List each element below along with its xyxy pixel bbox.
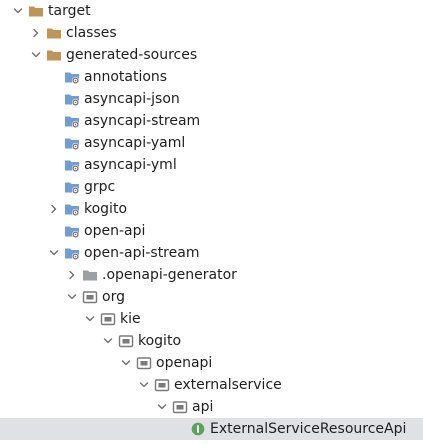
tree-node-label: kogito xyxy=(138,333,182,349)
tree-node-kogito[interactable]: kogito xyxy=(0,198,423,220)
chevron-down-icon[interactable] xyxy=(136,374,152,396)
package-icon xyxy=(172,399,188,415)
tree-node-grpc[interactable]: grpc xyxy=(0,176,423,198)
tree-node-annotations[interactable]: annotations xyxy=(0,66,423,88)
chevron-down-icon[interactable] xyxy=(28,44,44,66)
tree-node-label: kie xyxy=(120,311,141,327)
generated-source-folder-icon xyxy=(64,179,80,195)
package-icon xyxy=(118,333,134,349)
package-icon xyxy=(82,289,98,305)
tree-node-label: generated-sources xyxy=(66,47,198,63)
tree-node-label: .openapi-generator xyxy=(102,267,237,283)
chevron-down-icon[interactable] xyxy=(100,330,116,352)
tree-node-label: classes xyxy=(66,25,117,41)
folder-icon xyxy=(46,47,62,63)
generated-source-folder-icon xyxy=(64,113,80,129)
chevron-right-icon[interactable] xyxy=(46,198,62,220)
tree-node-label: asyncapi-stream xyxy=(84,113,201,129)
tree-node-label: grpc xyxy=(84,179,116,195)
chevron-down-icon[interactable] xyxy=(10,0,26,22)
tree-node-asyncapi-json[interactable]: asyncapi-json xyxy=(0,88,423,110)
chevron-right-icon[interactable] xyxy=(28,22,44,44)
tree-node-label: open-api-stream xyxy=(84,245,200,261)
tree-node-label: open-api xyxy=(84,223,146,239)
package-icon xyxy=(100,311,116,327)
generated-source-folder-icon xyxy=(64,201,80,217)
tree-node-openapi[interactable]: openapi xyxy=(0,352,423,374)
tree-node-api[interactable]: api xyxy=(0,396,423,418)
tree-node-label: annotations xyxy=(84,69,168,85)
tree-node-label: target xyxy=(48,3,91,19)
interface-icon xyxy=(190,421,206,437)
tree-node-open-api[interactable]: open-api xyxy=(0,220,423,242)
tree-node-label: asyncapi-yml xyxy=(84,157,177,173)
folder-icon xyxy=(46,25,62,41)
package-icon xyxy=(136,355,152,371)
tree-node-externalservice[interactable]: externalservice xyxy=(0,374,423,396)
chevron-down-icon[interactable] xyxy=(154,396,170,418)
generated-source-folder-icon xyxy=(64,223,80,239)
generated-source-folder-icon xyxy=(64,245,80,261)
generated-source-folder-icon xyxy=(64,135,80,151)
chevron-down-icon[interactable] xyxy=(118,352,134,374)
tree-node-kie[interactable]: kie xyxy=(0,308,423,330)
tree-node-org[interactable]: org xyxy=(0,286,423,308)
generated-source-folder-icon xyxy=(64,157,80,173)
tree-node-asyncapi-yaml[interactable]: asyncapi-yaml xyxy=(0,132,423,154)
generated-source-folder-icon xyxy=(64,69,80,85)
folder-icon xyxy=(28,3,44,19)
tree-node-classes[interactable]: classes xyxy=(0,22,423,44)
tree-node-generated-sources[interactable]: generated-sources xyxy=(0,44,423,66)
gray-folder-icon xyxy=(82,267,98,283)
chevron-down-icon[interactable] xyxy=(64,286,80,308)
generated-source-folder-icon xyxy=(64,91,80,107)
tree-node-label: ExternalServiceResourceApi xyxy=(210,421,407,437)
tree-node-kogito[interactable]: kogito xyxy=(0,330,423,352)
tree-node-openapi-generator[interactable]: .openapi-generator xyxy=(0,264,423,286)
tree-node-target[interactable]: target xyxy=(0,0,423,22)
chevron-down-icon[interactable] xyxy=(46,242,62,264)
tree-node-asyncapi-stream[interactable]: asyncapi-stream xyxy=(0,110,423,132)
chevron-right-icon[interactable] xyxy=(64,264,80,286)
tree-node-label: api xyxy=(192,399,214,415)
tree-node-label: asyncapi-json xyxy=(84,91,180,107)
tree-node-label: kogito xyxy=(84,201,128,217)
tree-node-label: externalservice xyxy=(174,377,282,393)
tree-node-open-api-stream[interactable]: open-api-stream xyxy=(0,242,423,264)
tree-node-label: org xyxy=(102,289,125,305)
chevron-down-icon[interactable] xyxy=(82,308,98,330)
tree-node-label: openapi xyxy=(156,355,213,371)
tree-node-label: asyncapi-yaml xyxy=(84,135,186,151)
package-icon xyxy=(154,377,170,393)
tree-node-asyncapi-yml[interactable]: asyncapi-yml xyxy=(0,154,423,176)
tree-node-externalserviceresourceapi[interactable]: ExternalServiceResourceApi xyxy=(0,418,423,440)
